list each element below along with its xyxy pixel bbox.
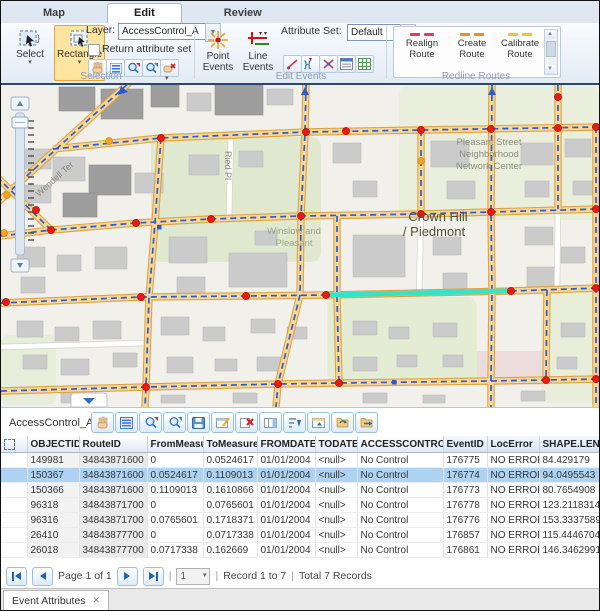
column-header[interactable]: SHAPE.LEN <box>539 436 599 453</box>
first-page-button[interactable] <box>6 567 27 586</box>
realign-route-icon <box>410 33 434 36</box>
last-page-button[interactable] <box>143 567 164 586</box>
poi-label-pleasant-3: Network Center <box>456 161 522 172</box>
column-options-button[interactable] <box>259 412 282 433</box>
layer-label: Layer: <box>86 24 115 36</box>
create-route-icon <box>460 33 484 36</box>
column-header[interactable]: LocError <box>487 436 539 453</box>
attribute-set-label: Attribute Set: <box>281 25 342 37</box>
event-editor-window: Map Edit Review } Select ▾ Rectangle ▾ L… <box>0 0 600 611</box>
column-header[interactable]: RouteID <box>79 436 147 453</box>
tab-map[interactable]: Map <box>17 4 91 23</box>
ribbon: } Select ▾ Rectangle ▾ Layer: AccessCont… <box>1 23 599 83</box>
calibrate-route-icon <box>508 33 532 36</box>
edit-events-group-label: Edit Events <box>231 71 371 82</box>
table-row-selected[interactable]: 150367348438716000.05246170.110901301/01… <box>1 468 599 483</box>
column-header[interactable]: TODATE <box>315 436 357 453</box>
street-label-ried: Ried Pl <box>223 151 233 180</box>
table-row[interactable]: 963183484387170000.076560101/01/2004<nul… <box>1 498 599 513</box>
column-header[interactable]: OBJECTID <box>27 436 79 453</box>
show-selected-rows-button[interactable] <box>115 412 138 433</box>
page-select-caret: ▾ <box>203 573 207 579</box>
column-header[interactable]: FromMeasure <box>147 436 203 453</box>
next-page-button[interactable] <box>117 567 138 586</box>
map-canvas[interactable]: Wendell Ter Ried Pl Winslow and Pleasant… <box>1 85 599 407</box>
return-attribute-set-checkbox[interactable] <box>88 44 100 56</box>
redline-gallery-scrollbar[interactable]: ▲ ▼ <box>544 29 558 75</box>
tab-review[interactable]: Review <box>198 4 288 23</box>
area-label-crown-2: / Piedmont <box>403 224 466 239</box>
close-tab-icon[interactable]: ✕ <box>93 595 101 606</box>
row-selector[interactable] <box>1 498 27 513</box>
scroll-up-icon[interactable]: ▲ <box>545 30 555 39</box>
export-button[interactable] <box>355 412 378 433</box>
poi-label-pleasant-1: Pleasant Street <box>457 137 522 148</box>
save-button[interactable] <box>187 412 210 433</box>
point-events-icon <box>206 29 230 51</box>
area-label-winslow-1: Winslow and <box>267 226 321 237</box>
panel-collapse-tab[interactable] <box>71 393 107 407</box>
table-row[interactable]: 264103484387770000.071733801/01/2004<nul… <box>1 528 599 543</box>
table-row[interactable]: 150366348438716000.11090130.161086601/01… <box>1 483 599 498</box>
page-select[interactable]: 1 ▾ <box>176 568 210 585</box>
area-label-crown-1: Crown Hill <box>408 209 467 224</box>
column-header[interactable]: ToMeasure <box>203 436 257 453</box>
row-selector[interactable] <box>1 468 27 483</box>
panel-tabbar: Event Attributes ✕ <box>1 588 599 611</box>
row-selector[interactable] <box>1 483 27 498</box>
create-route-button[interactable]: Create Route <box>448 29 496 60</box>
table-header-row: OBJECTID RouteID FromMeasure ToMeasure F… <box>1 436 599 453</box>
record-range-text: Record 1 to 7 <box>223 570 286 582</box>
sort-button[interactable] <box>283 412 306 433</box>
column-header[interactable]: FROMDATE <box>257 436 315 453</box>
select-dropdown-caret[interactable]: ▾ <box>28 60 32 66</box>
select-all-header[interactable] <box>1 436 27 453</box>
pagination-bar: Page 1 of 1 | 1 ▾ | Record 1 to 7 | Tota… <box>6 566 372 586</box>
pan-to-event-button[interactable] <box>163 412 186 433</box>
area-label-winslow-2: Pleasant <box>276 238 313 249</box>
table-row[interactable]: 1499813484387160000.052461701/01/2004<nu… <box>1 453 599 468</box>
select-tool-grid-button[interactable] <box>91 412 114 433</box>
rectangle-dropdown-caret[interactable]: ▾ <box>78 60 82 66</box>
tab-edit[interactable]: Edit <box>107 3 182 23</box>
open-window-button[interactable] <box>307 412 330 433</box>
prev-page-button[interactable] <box>32 567 53 586</box>
total-records-text: Total 7 Records <box>299 570 372 582</box>
redline-routes-group-label: Redline Routes <box>406 71 546 82</box>
realign-route-button[interactable]: Realign Route <box>398 29 446 60</box>
poi-label-pleasant-2: Neighborhood <box>459 149 519 160</box>
row-selector[interactable] <box>1 543 27 558</box>
zoom-to-event-button[interactable] <box>139 412 162 433</box>
event-attributes-panel: AccessControl_A OBJECTID RouteID FromMea… <box>1 407 599 611</box>
scrollbar-thumb[interactable] <box>546 41 556 57</box>
table-row[interactable]: 96316348438717000.07656010.171837101/01/… <box>1 513 599 528</box>
page-indicator: Page 1 of 1 <box>58 570 112 582</box>
event-attributes-table: OBJECTID RouteID FromMeasure ToMeasure F… <box>1 436 600 558</box>
event-attributes-tab[interactable]: Event Attributes ✕ <box>3 590 109 611</box>
edit-attributes-button[interactable] <box>211 412 234 433</box>
column-header[interactable]: ACCESSCONTROL <box>357 436 443 453</box>
calibrate-route-button[interactable]: Calibrate Route <box>496 29 544 60</box>
line-events-icon <box>246 29 270 51</box>
scroll-down-icon[interactable]: ▼ <box>545 65 555 74</box>
table-row[interactable]: 26018348438777000.07173380.16266901/01/2… <box>1 543 599 558</box>
refresh-layer-button[interactable] <box>331 412 354 433</box>
svg-text:}: } <box>37 33 40 43</box>
return-attribute-set-label: Return attribute set <box>102 43 191 55</box>
select-tool-icon: } <box>18 29 42 49</box>
ribbon-tabbar: Map Edit Review <box>1 1 599 24</box>
selection-group-label: Selection <box>31 71 171 82</box>
zoom-track[interactable] <box>16 113 25 255</box>
delete-event-button[interactable] <box>235 412 258 433</box>
active-layer-name: AccessControl_A <box>9 417 93 429</box>
row-selector[interactable] <box>1 528 27 543</box>
row-selector[interactable] <box>1 513 27 528</box>
row-selector[interactable] <box>1 453 27 468</box>
row-selector-icon <box>4 439 15 450</box>
column-header[interactable]: EventID <box>443 436 487 453</box>
